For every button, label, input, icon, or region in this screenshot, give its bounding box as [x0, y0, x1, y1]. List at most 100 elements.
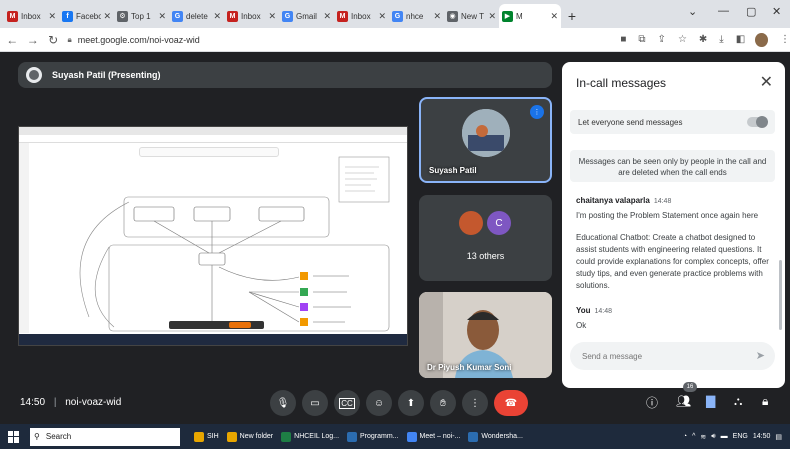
taskbar-clock[interactable]: 14:50: [753, 433, 771, 440]
emoji-button[interactable]: ☺: [366, 390, 392, 416]
participant-count-badge: 16: [683, 382, 697, 392]
app-icon: [347, 431, 358, 442]
url-field[interactable]: 🔒︎ meet.google.com/noi-voaz-wid: [67, 31, 580, 49]
network-icon[interactable]: ◔: [683, 433, 687, 440]
browser-tab[interactable]: Gnhce ✕: [389, 4, 444, 28]
close-tab-icon[interactable]: ✕: [550, 11, 558, 22]
participant-name: Dr Piyush Kumar Soni: [427, 363, 512, 372]
send-permission-row: Let everyone send messages: [570, 110, 775, 134]
camera-button[interactable]: ▭: [302, 390, 328, 416]
close-tab-icon[interactable]: ✕: [433, 11, 441, 22]
chat-scrollbar[interactable]: [779, 260, 782, 330]
present-button[interactable]: ⬆: [398, 390, 424, 416]
close-tab-icon[interactable]: ✕: [268, 11, 276, 22]
taskbar-app[interactable]: Wondersha...: [464, 424, 527, 449]
close-tab-icon[interactable]: ✕: [323, 11, 331, 22]
share-icon[interactable]: ⇪: [658, 34, 666, 45]
browser-tab[interactable]: ▶ M ✕: [499, 4, 561, 28]
browser-tab[interactable]: ⚙ Top 1 ✕: [114, 4, 169, 28]
chat-input-container: ➤: [570, 342, 775, 370]
people-icon[interactable]: 👥︎: [676, 394, 691, 408]
reload-icon[interactable]: ↻: [45, 33, 61, 47]
toggle-label: Let everyone send messages: [578, 117, 683, 127]
host-controls-icon[interactable]: 🔒︎: [762, 394, 768, 409]
browser-tab-label: nhce: [406, 11, 424, 21]
notifications-icon[interactable]: ▤: [775, 433, 782, 441]
browser-tab[interactable]: fFacebook✕: [59, 4, 114, 28]
microphone-button[interactable]: 🎙︎: [270, 390, 296, 416]
meeting-details-icon[interactable]: ⓘ: [646, 394, 658, 411]
send-messages-toggle[interactable]: [747, 116, 768, 128]
menu-icon[interactable]: ⋮: [780, 34, 790, 45]
browser-tab[interactable]: M Inbox ✕: [334, 4, 389, 28]
close-tab-icon[interactable]: ✕: [213, 11, 221, 22]
send-icon[interactable]: ➤: [756, 349, 765, 362]
meeting-time: 14:50: [20, 397, 46, 408]
browser-tab[interactable]: Gdelete ✕: [169, 4, 224, 28]
taskbar-app[interactable]: NHCEIL Log...: [277, 424, 343, 449]
bookmark-star-icon[interactable]: ☆: [678, 34, 687, 45]
participant-tile-piyush[interactable]: Dr Piyush Kumar Soni: [419, 292, 552, 378]
system-tray: ◔ ^ ≋ 🔊︎ ▬ ENG 14:50 ▤: [683, 424, 782, 449]
meet-stage: Suyash Patil (Presenting) ⋮ Suyash Patil…: [0, 52, 790, 424]
chat-input[interactable]: [582, 351, 742, 361]
volume-icon[interactable]: 🔊︎: [711, 433, 715, 441]
taskbar-app[interactable]: SIH: [190, 424, 223, 449]
message-sender: chaitanya valaparla: [576, 196, 650, 205]
app-icon: [406, 431, 417, 442]
more-options-button[interactable]: ⋮: [462, 390, 488, 416]
app-icon: [468, 431, 479, 442]
up-arrow-icon[interactable]: ^: [692, 433, 695, 440]
profile-avatar[interactable]: [755, 32, 768, 47]
browser-tab-label: Top 1: [131, 11, 151, 21]
new-tab-icon: ◉: [447, 10, 458, 22]
close-window-icon[interactable]: ✕: [772, 5, 781, 18]
windows-start-icon[interactable]: [8, 430, 20, 443]
taskbar-app-label: New folder: [239, 433, 274, 440]
speaking-indicator-icon: ⋮: [530, 105, 544, 119]
browser-tab[interactable]: ◉ New T ✕: [444, 4, 499, 28]
taskbar-app[interactable]: New folder: [223, 424, 277, 449]
taskbar-app[interactable]: Programm...: [343, 424, 403, 449]
leave-call-button[interactable]: ☎︎: [494, 390, 528, 416]
info-separator: |: [53, 397, 57, 408]
participant-tile-suyash[interactable]: ⋮ Suyash Patil: [419, 97, 552, 183]
open-tab-icon[interactable]: ⧉: [638, 34, 645, 45]
google-icon: G: [282, 10, 293, 22]
lock-icon[interactable]: 🔒︎: [67, 35, 71, 45]
new-tab-button[interactable]: +: [561, 4, 583, 28]
close-icon[interactable]: ✕: [760, 72, 773, 92]
close-tab-icon[interactable]: ✕: [103, 11, 111, 22]
browser-tab[interactable]: G Gmail ✕: [279, 4, 334, 28]
side-panel-icon[interactable]: ◧: [736, 34, 745, 45]
close-tab-icon[interactable]: ✕: [378, 11, 386, 22]
maximize-icon[interactable]: ▢: [746, 5, 756, 18]
extensions-icon[interactable]: ✱: [699, 34, 707, 45]
forward-icon[interactable]: →: [24, 33, 40, 47]
back-icon[interactable]: ←: [4, 33, 20, 47]
chat-icon[interactable]: ▇: [706, 394, 715, 408]
close-tab-icon[interactable]: ✕: [48, 11, 56, 22]
wifi-icon[interactable]: ≋: [700, 433, 706, 441]
camera-indicator-icon[interactable]: ■: [620, 34, 626, 45]
minimize-icon[interactable]: —: [718, 5, 729, 17]
activities-icon[interactable]: ⛬: [734, 394, 742, 409]
close-tab-icon[interactable]: ✕: [488, 11, 496, 22]
os-taskbar: ⚲ Search SIH New folder NHCEIL Log... Progr…: [0, 424, 790, 449]
browser-tab[interactable]: M Inbox ✕: [4, 4, 59, 28]
facebook-icon: f: [62, 10, 73, 22]
message-time: 14:48: [653, 198, 672, 205]
taskbar-app[interactable]: Meet – noi-...: [403, 424, 465, 449]
download-icon[interactable]: ⤓: [719, 34, 723, 45]
battery-icon[interactable]: ▬: [721, 433, 728, 440]
language-indicator[interactable]: ENG: [733, 433, 748, 440]
message-time: 14:48: [594, 308, 613, 315]
close-tab-icon[interactable]: ✕: [158, 11, 166, 22]
participant-tile-others[interactable]: C 13 others: [419, 195, 552, 281]
captions-button[interactable]: CC: [334, 390, 360, 416]
raise-hand-button[interactable]: ✋︎: [430, 390, 456, 416]
browser-tab[interactable]: M Inbox ✕: [224, 4, 279, 28]
taskbar-search[interactable]: ⚲ Search: [30, 427, 180, 446]
tab-search-icon[interactable]: ⌄: [688, 5, 697, 18]
participant-avatar-initial: C: [487, 211, 511, 235]
